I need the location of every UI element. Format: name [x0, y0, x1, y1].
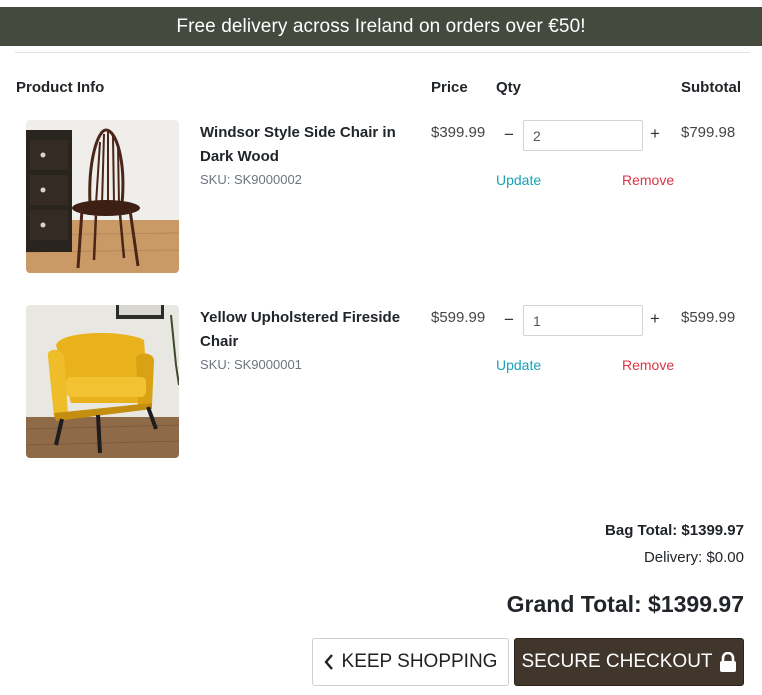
qty-input[interactable] [523, 120, 643, 151]
secure-checkout-button[interactable]: SECURE CHECKOUT [514, 638, 744, 686]
product-subtotal: $599.99 [681, 309, 736, 326]
update-link[interactable]: Update [496, 172, 541, 188]
product-subtotal: $799.98 [681, 124, 736, 141]
increment-qty-button[interactable]: + [650, 309, 660, 329]
header-product-info: Product Info [16, 79, 105, 96]
secure-checkout-label: SECURE CHECKOUT [521, 651, 713, 672]
header-price: Price [431, 79, 468, 96]
divider [15, 52, 750, 53]
update-link[interactable]: Update [496, 357, 541, 373]
grand-total: Grand Total: $1399.97 [506, 591, 744, 617]
product-sku: SKU: SK9000001 [200, 357, 302, 372]
product-name-line: Yellow Upholstered Fireside [200, 309, 401, 326]
product-sku: SKU: SK9000002 [200, 172, 302, 187]
bag-total: Bag Total: $1399.97 [605, 522, 744, 539]
product-name-line: Windsor Style Side Chair in [200, 124, 396, 141]
header-qty: Qty [496, 79, 522, 96]
product-name-line: Chair [200, 333, 239, 350]
delivery-banner: Free delivery across Ireland on orders o… [0, 7, 762, 46]
decrement-qty-button[interactable]: − [504, 125, 514, 145]
remove-link[interactable]: Remove [622, 172, 674, 188]
decrement-qty-button[interactable]: − [504, 310, 514, 330]
chevron-left-icon [323, 654, 334, 670]
yellow-chair-image[interactable] [26, 305, 179, 458]
product-name-windsor[interactable]: Windsor Style Side Chair in Dark Wood [200, 121, 415, 169]
product-name-yellow-chair[interactable]: Yellow Upholstered Fireside Chair [200, 306, 415, 354]
product-price: $399.99 [431, 124, 486, 141]
product-name-line: Dark Wood [200, 148, 279, 165]
keep-shopping-button[interactable]: KEEP SHOPPING [312, 638, 509, 686]
remove-link[interactable]: Remove [622, 357, 674, 373]
increment-qty-button[interactable]: + [650, 124, 660, 144]
keep-shopping-label: KEEP SHOPPING [341, 651, 498, 672]
lock-icon [719, 652, 737, 672]
delivery-cost: Delivery: $0.00 [643, 549, 744, 566]
header-subtotal: Subtotal [681, 79, 741, 96]
delivery-banner-text: Free delivery across Ireland on orders o… [176, 15, 586, 37]
product-price: $599.99 [431, 309, 486, 326]
windsor-chair-image[interactable] [26, 120, 179, 273]
qty-input[interactable] [523, 305, 643, 336]
